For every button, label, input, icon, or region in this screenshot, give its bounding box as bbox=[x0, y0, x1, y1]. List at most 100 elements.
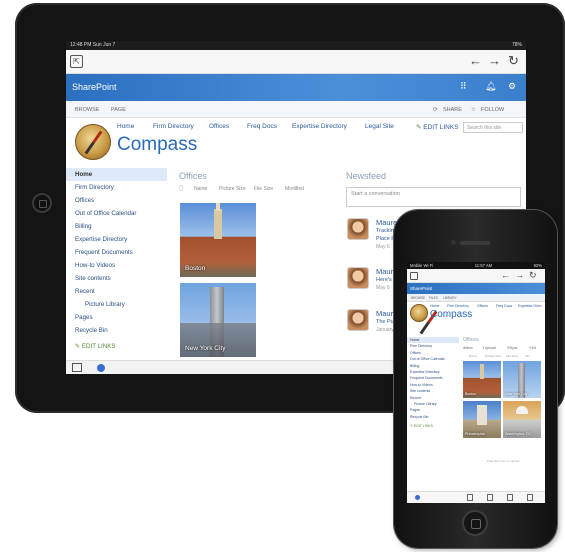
avatar[interactable] bbox=[347, 267, 369, 289]
phone-device: Mobile Wi-Fi 11:57 AM 92% ← → ↻ SharePoi… bbox=[394, 210, 557, 548]
column-name[interactable]: Name bbox=[194, 186, 207, 192]
phone-camera bbox=[451, 240, 456, 245]
bookmarks-icon[interactable] bbox=[467, 494, 473, 501]
office-photo-boston[interactable]: Boston bbox=[463, 361, 501, 398]
back-button[interactable]: ← bbox=[469, 53, 482, 68]
tab-files[interactable]: FILES bbox=[429, 296, 438, 300]
tabs-icon[interactable]: ⇱ bbox=[70, 55, 83, 68]
app-launcher-icon[interactable]: ⠿ bbox=[460, 81, 467, 92]
browser-globe-icon[interactable] bbox=[97, 364, 105, 372]
share-button[interactable]: SHARE bbox=[443, 107, 462, 113]
site-title[interactable]: Compass bbox=[117, 134, 197, 156]
tab-library[interactable]: LIBRARY bbox=[443, 296, 457, 300]
back-button[interactable]: ← bbox=[501, 270, 510, 280]
newsfeed-title[interactable]: Newsfeed bbox=[346, 171, 386, 181]
office-photo-new-york-city[interactable]: New York City bbox=[180, 283, 256, 357]
tablet-home-button[interactable] bbox=[32, 193, 52, 213]
compass-logo-icon[interactable] bbox=[410, 304, 428, 322]
column-picture-size[interactable]: Picture Size bbox=[219, 186, 246, 192]
tab-browse[interactable]: BROWSE bbox=[411, 296, 425, 300]
quick-launch-out-of-office[interactable]: Out of Office Calendar bbox=[66, 207, 167, 220]
new-button[interactable]: ⊕ New bbox=[463, 346, 473, 350]
top-nav-legal-site[interactable]: Legal Site bbox=[365, 123, 394, 130]
quick-launch-billing[interactable]: Billing bbox=[66, 220, 167, 233]
settings-gear-icon[interactable]: ⚙ bbox=[508, 81, 516, 92]
status-battery: 92% bbox=[533, 263, 542, 268]
top-nav-freq-docs[interactable]: Freq Docs bbox=[496, 304, 512, 308]
mail-icon[interactable] bbox=[507, 494, 513, 501]
notifications-bell-icon[interactable]: 🔔︎ bbox=[485, 81, 496, 92]
site-header: Home Firm Directory Offices Freq Docs Ex… bbox=[407, 302, 545, 325]
quick-launch-firm-directory[interactable]: Firm Directory bbox=[66, 181, 167, 194]
quick-launch-home[interactable]: Home bbox=[66, 168, 167, 181]
browser-globe-icon[interactable] bbox=[415, 495, 420, 500]
avatar[interactable] bbox=[347, 218, 369, 240]
sync-button[interactable]: ⟳ Sync bbox=[507, 346, 517, 350]
column-modified[interactable]: Mo bbox=[525, 354, 529, 358]
reload-button[interactable]: ↻ bbox=[508, 53, 519, 69]
follow-star-icon[interactable]: ☆ bbox=[471, 107, 476, 113]
reload-button[interactable]: ↻ bbox=[529, 270, 537, 281]
quick-launch-recent[interactable]: Recent bbox=[66, 285, 167, 298]
follow-button[interactable]: FOLLOW bbox=[481, 107, 504, 113]
tab-browse[interactable]: BROWSE bbox=[75, 107, 99, 113]
column-file-size[interactable]: File Size bbox=[506, 354, 518, 358]
offices-webpart-title[interactable]: Offices bbox=[179, 171, 207, 181]
share-icon[interactable]: ⟳ bbox=[433, 107, 438, 113]
ribbon: BROWSE FILES LIBRARY bbox=[407, 294, 545, 302]
top-nav-offices[interactable]: Offices bbox=[209, 123, 229, 130]
quick-launch-recycle-bin[interactable]: Recycle Bin bbox=[407, 414, 459, 420]
column-picture-size[interactable]: Picture Size bbox=[485, 354, 501, 358]
site-search-input[interactable]: Search this site bbox=[463, 122, 523, 133]
quick-launch-frequent-documents[interactable]: Frequent Documents bbox=[66, 246, 167, 259]
document-icon[interactable] bbox=[487, 494, 493, 501]
top-nav-freq-docs[interactable]: Freq Docs bbox=[247, 123, 277, 130]
post-text[interactable]: The Pu bbox=[376, 319, 394, 325]
tab-page[interactable]: PAGE bbox=[111, 107, 126, 113]
upload-button[interactable]: ⇪ Upload bbox=[482, 346, 496, 350]
ribbon: BROWSE PAGE ⟳ SHARE ☆ FOLLOW bbox=[66, 101, 526, 118]
top-nav-firm-directory[interactable]: Firm Directory bbox=[153, 123, 194, 130]
edit-button[interactable]: ✎ Ed bbox=[529, 346, 536, 350]
compass-logo-icon[interactable] bbox=[75, 124, 111, 160]
suite-brand[interactable]: SharePoint bbox=[72, 82, 117, 92]
quick-launch-site-contents[interactable]: Site contents bbox=[66, 272, 167, 285]
column-file-size[interactable]: File Size bbox=[254, 186, 273, 192]
post-text-2[interactable]: Place F bbox=[376, 236, 395, 242]
post-text[interactable]: Here's bbox=[376, 277, 392, 283]
quick-launch-edit-links[interactable]: ✎ EDIT LINKS bbox=[66, 340, 167, 353]
quick-launch-picture-library[interactable]: Picture Library bbox=[66, 298, 167, 311]
offices-webpart-title[interactable]: Offices bbox=[463, 337, 478, 343]
tabs-icon[interactable] bbox=[410, 272, 418, 280]
office-photo-boston[interactable]: Boston bbox=[180, 203, 256, 277]
top-nav-home[interactable]: Home bbox=[117, 123, 134, 130]
phone-home-button[interactable] bbox=[462, 510, 488, 536]
top-nav-expertise-directory[interactable]: Expertise Direc bbox=[518, 304, 542, 308]
top-nav-home[interactable]: Home bbox=[430, 304, 439, 308]
forward-button[interactable]: → bbox=[488, 53, 501, 68]
quick-launch-recycle-bin[interactable]: Recycle Bin bbox=[66, 324, 167, 337]
office-photo-philadelphia[interactable]: Philadelphia bbox=[463, 401, 501, 438]
edit-links-header[interactable]: ✎ EDIT LINKS bbox=[416, 123, 459, 131]
start-conversation-input[interactable]: Start a conversation bbox=[346, 187, 521, 207]
quick-launch-expertise-directory[interactable]: Expertise Directory bbox=[66, 233, 167, 246]
suite-brand[interactable]: SharePoint bbox=[410, 286, 432, 291]
office-photo-washington-dc[interactable]: Washington, DC bbox=[503, 401, 541, 438]
tabs-icon[interactable] bbox=[527, 494, 533, 501]
site-title[interactable]: Compass bbox=[430, 309, 472, 320]
quick-launch-edit-links[interactable]: ✎ EDIT LINKS bbox=[407, 423, 459, 429]
column-name[interactable]: Name bbox=[469, 354, 477, 358]
office-photo-new-york-city[interactable]: New York City bbox=[503, 361, 541, 398]
photo-label-washington-dc: Washington, DC bbox=[505, 432, 532, 436]
column-modified[interactable]: Modified bbox=[285, 186, 304, 192]
top-nav-offices[interactable]: Offices bbox=[477, 304, 488, 308]
tabs-switch-icon[interactable] bbox=[72, 363, 82, 372]
forward-button[interactable]: → bbox=[515, 270, 524, 280]
top-nav-firm-directory[interactable]: Firm Directory bbox=[447, 304, 469, 308]
top-nav-expertise-directory[interactable]: Expertise Directory bbox=[292, 123, 347, 130]
quick-launch-offices[interactable]: Offices bbox=[66, 194, 167, 207]
quick-launch-pages[interactable]: Pages bbox=[66, 311, 167, 324]
avatar[interactable] bbox=[347, 309, 369, 331]
drag-upload-hint[interactable]: Drag files here to upload bbox=[463, 459, 543, 463]
quick-launch-how-to-videos[interactable]: How-to Videos bbox=[66, 259, 167, 272]
